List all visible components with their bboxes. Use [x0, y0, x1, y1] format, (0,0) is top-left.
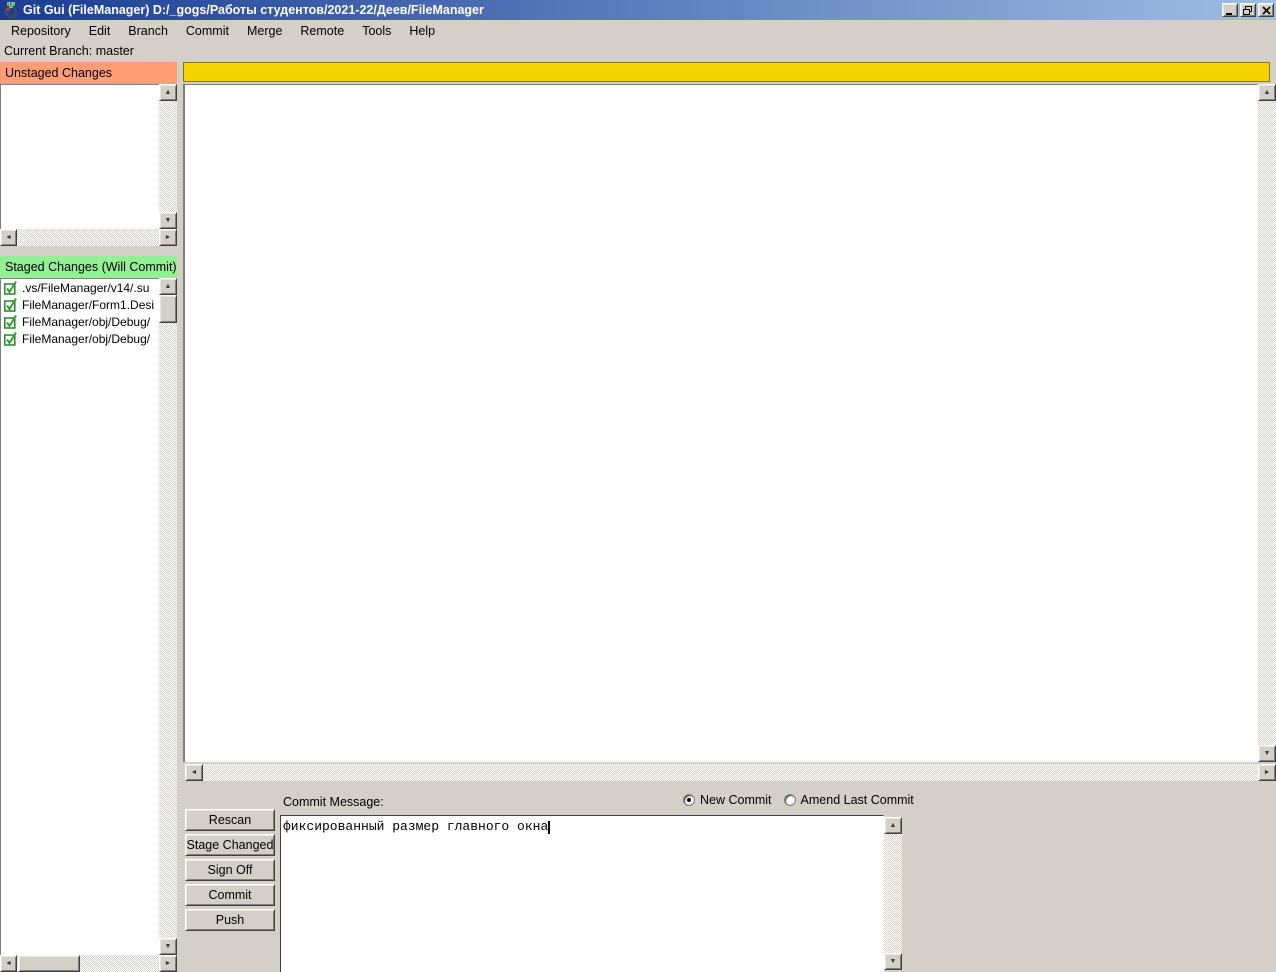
scroll-right-icon[interactable]: ►: [1258, 764, 1276, 781]
unstaged-file-list[interactable]: [0, 84, 177, 229]
scrollbar-track[interactable]: [1258, 101, 1276, 745]
scroll-up-icon[interactable]: ▲: [159, 84, 177, 101]
scroll-down-icon[interactable]: ▼: [159, 938, 177, 955]
commit-button[interactable]: Commit: [185, 884, 275, 906]
amend-last-commit-radio-label[interactable]: Amend Last Commit: [801, 793, 914, 807]
staged-file-name[interactable]: .vs/FileManager/v14/.su: [22, 281, 149, 295]
commit-message-input[interactable]: фиксированный размер главного окна: [280, 815, 884, 972]
minimize-button[interactable]: [1222, 3, 1238, 17]
text-caret: [548, 821, 550, 834]
staged-file-name[interactable]: FileManager/Form1.Desi: [22, 298, 154, 312]
staged-file-row[interactable]: .vs/FileManager/v14/.su: [1, 279, 157, 296]
commit-message-text: фиксированный размер главного окна: [283, 819, 548, 834]
stage-changed-button[interactable]: Stage Changed: [185, 834, 275, 856]
git-gui-app-icon: [3, 2, 19, 18]
menu-bar: Repository Edit Branch Commit Merge Remo…: [0, 20, 1276, 41]
new-commit-radio[interactable]: [683, 794, 695, 806]
scroll-up-icon[interactable]: ▲: [884, 817, 902, 834]
menu-help[interactable]: Help: [400, 22, 444, 40]
close-icon[interactable]: [1258, 3, 1274, 17]
scroll-down-icon[interactable]: ▼: [159, 212, 177, 229]
git-gui-window: Git Gui (FileManager) D:/_gogs/Работы ст…: [0, 0, 1276, 972]
scroll-left-icon[interactable]: ◄: [0, 955, 17, 972]
amend-last-commit-radio[interactable]: [784, 794, 796, 806]
staged-check-icon: [4, 314, 18, 329]
menu-branch[interactable]: Branch: [119, 22, 177, 40]
scroll-down-icon[interactable]: ▼: [884, 953, 902, 970]
scrollbar-thumb[interactable]: [159, 295, 177, 323]
scrollbar-track[interactable]: [884, 834, 902, 953]
staged-file-list[interactable]: .vs/FileManager/v14/.su FileManager/Form…: [0, 278, 177, 955]
staged-file-name[interactable]: FileManager/obj/Debug/: [22, 315, 150, 329]
menu-commit[interactable]: Commit: [177, 22, 238, 40]
unstaged-changes-header[interactable]: Unstaged Changes: [0, 62, 177, 84]
menu-edit[interactable]: Edit: [80, 22, 120, 40]
staged-file-row[interactable]: FileManager/obj/Debug/: [1, 313, 157, 330]
scrollbar-track[interactable]: [159, 101, 177, 212]
scrollbar-track[interactable]: [159, 295, 177, 938]
title-bar[interactable]: Git Gui (FileManager) D:/_gogs/Работы ст…: [0, 0, 1276, 20]
unstaged-vertical-scrollbar[interactable]: ▲ ▼: [159, 84, 177, 229]
scrollbar-track[interactable]: [17, 229, 159, 246]
menu-tools[interactable]: Tools: [353, 22, 400, 40]
push-button[interactable]: Push: [185, 909, 275, 931]
diff-view[interactable]: [183, 84, 1276, 762]
staged-check-icon: [4, 280, 18, 295]
commit-type-radio-group: New Commit Amend Last Commit: [683, 793, 914, 807]
restore-button[interactable]: [1240, 3, 1256, 17]
staged-check-icon: [4, 331, 18, 346]
new-commit-radio-label[interactable]: New Commit: [700, 793, 772, 807]
diff-horizontal-scrollbar[interactable]: ◄ ►: [185, 764, 1276, 781]
staged-file-row[interactable]: FileManager/Form1.Desi: [1, 296, 157, 313]
scroll-left-icon[interactable]: ◄: [185, 764, 203, 781]
staged-file-row[interactable]: FileManager/obj/Debug/: [1, 330, 157, 347]
scroll-left-icon[interactable]: ◄: [0, 229, 17, 246]
commit-message-label: Commit Message:: [283, 795, 384, 809]
staged-vertical-scrollbar[interactable]: ▲ ▼: [159, 278, 177, 955]
menu-merge[interactable]: Merge: [238, 22, 291, 40]
scroll-up-icon[interactable]: ▲: [1258, 84, 1276, 101]
sign-off-button[interactable]: Sign Off: [185, 859, 275, 881]
scrollbar-track[interactable]: [203, 764, 1258, 781]
rescan-button[interactable]: Rescan: [185, 809, 275, 831]
window-title: Git Gui (FileManager) D:/_gogs/Работы ст…: [23, 3, 484, 17]
staged-file-name[interactable]: FileManager/obj/Debug/: [22, 332, 150, 346]
commit-message-vertical-scrollbar[interactable]: ▲ ▼: [884, 815, 902, 972]
unstaged-horizontal-scrollbar[interactable]: ◄ ►: [0, 229, 177, 246]
scroll-down-icon[interactable]: ▼: [1258, 745, 1276, 762]
staged-horizontal-scrollbar[interactable]: ◄ ►: [0, 955, 177, 972]
staged-changes-header[interactable]: Staged Changes (Will Commit): [0, 256, 177, 278]
scroll-right-icon[interactable]: ►: [159, 955, 177, 972]
menu-remote[interactable]: Remote: [291, 22, 353, 40]
current-branch-label: Current Branch: master: [4, 44, 134, 58]
scroll-up-icon[interactable]: ▲: [159, 278, 177, 295]
diff-header-bar: [183, 62, 1270, 82]
staged-check-icon: [4, 297, 18, 312]
scroll-right-icon[interactable]: ►: [159, 229, 177, 246]
diff-vertical-scrollbar[interactable]: ▲ ▼: [1258, 84, 1276, 762]
scrollbar-thumb[interactable]: [18, 955, 80, 972]
menu-repository[interactable]: Repository: [2, 22, 80, 40]
